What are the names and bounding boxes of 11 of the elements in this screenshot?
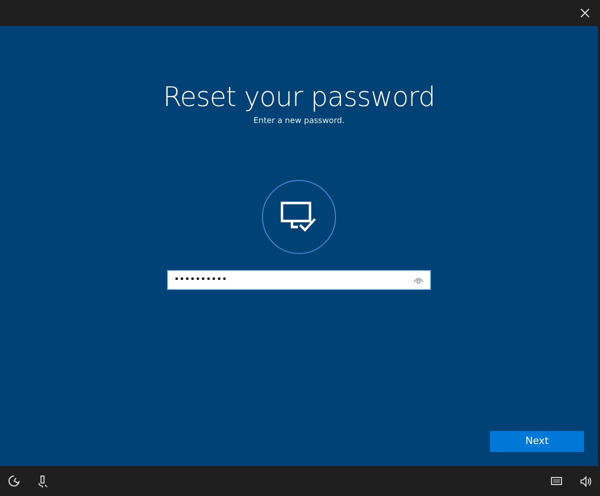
next-button[interactable]: Next (490, 431, 584, 452)
keyboard-icon[interactable] (551, 477, 562, 485)
microphone-icon[interactable] (38, 474, 48, 488)
ease-of-access-icon[interactable] (8, 475, 20, 487)
reveal-password-icon[interactable] (413, 276, 424, 284)
close-icon[interactable] (580, 8, 590, 18)
monitor-check-icon (262, 180, 336, 254)
instruction-text: Enter a new password. (253, 116, 345, 125)
speaker-icon[interactable] (580, 476, 592, 486)
page-title: Reset your password (163, 82, 435, 114)
password-field[interactable]: •••••••••• (167, 270, 431, 290)
